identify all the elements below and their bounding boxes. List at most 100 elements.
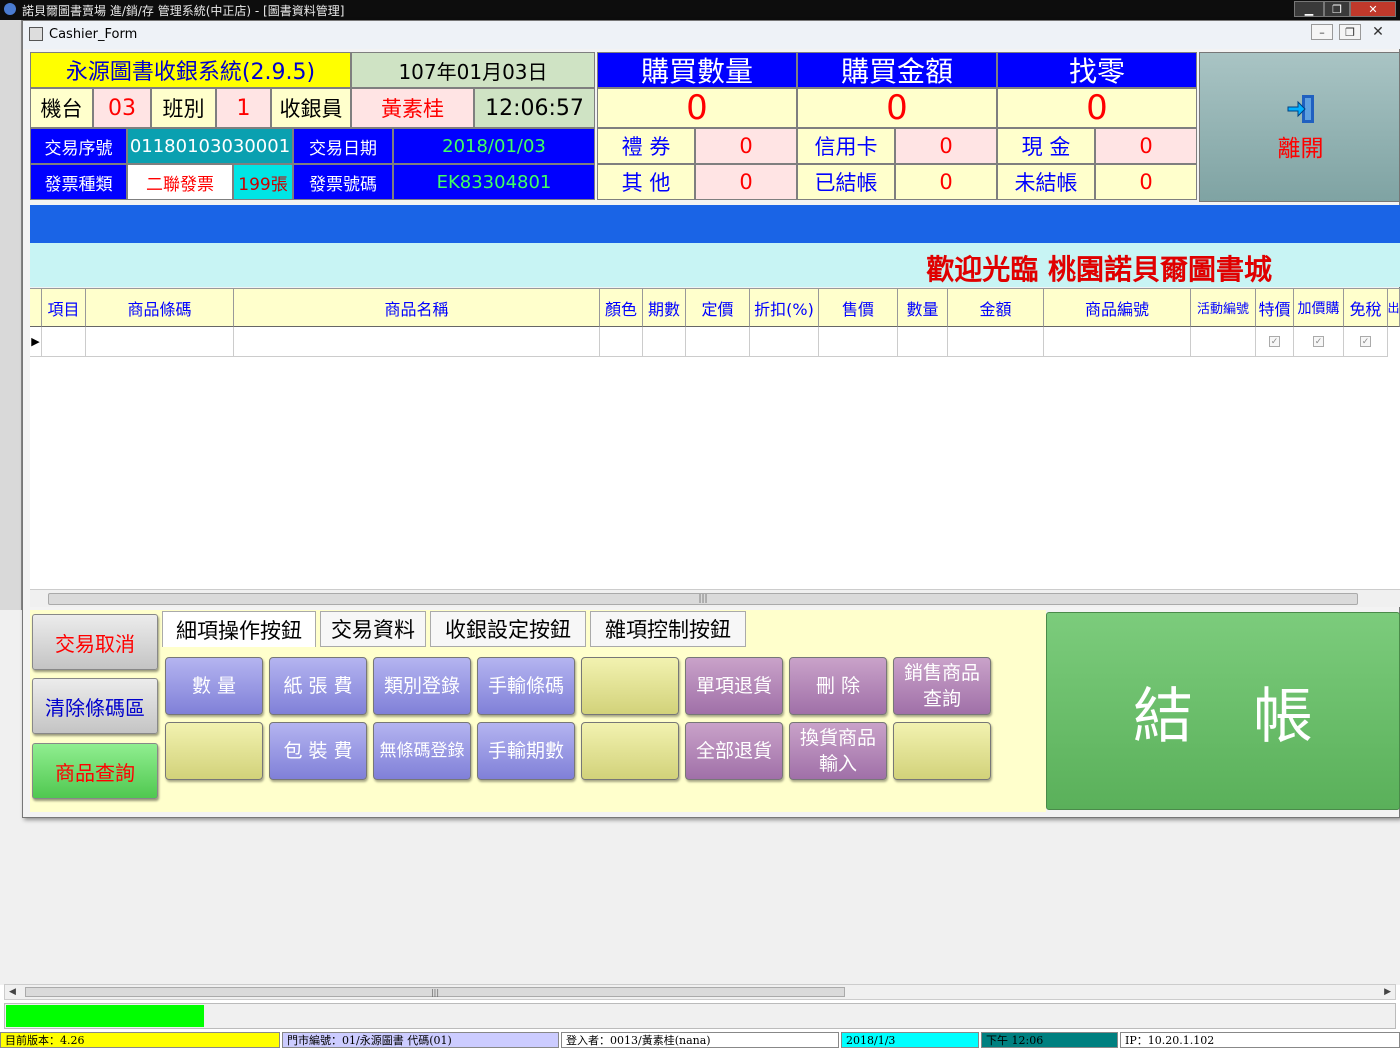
addon-checkbox[interactable]: ✓	[1313, 336, 1324, 347]
tab-transaction-data[interactable]: 交易資料	[320, 611, 426, 647]
form-close-button[interactable]: ✕	[1367, 24, 1389, 40]
quantity-button[interactable]: 數 量	[165, 657, 263, 715]
unsettled-label: 未結帳	[997, 164, 1095, 200]
shift-label: 班別	[151, 88, 216, 128]
invoice-no-label: 發票號碼	[293, 164, 393, 200]
manual-barcode-button[interactable]: 手輸條碼	[477, 657, 575, 715]
txn-date-value: 2018/01/03	[393, 128, 595, 164]
qty-value: 0	[597, 88, 797, 128]
grid-scroll-thumb[interactable]: |||	[48, 593, 1358, 605]
col-product-no[interactable]: 商品編號	[1044, 289, 1191, 327]
table-cell[interactable]	[1044, 327, 1191, 357]
table-cell[interactable]	[1191, 327, 1256, 357]
unsettled-value: 0	[1095, 164, 1197, 200]
table-cell[interactable]: ✓	[1344, 327, 1388, 357]
col-issue[interactable]: 期數	[643, 289, 686, 327]
mdi-hscrollbar[interactable]: ◀ ||| ▶	[4, 984, 1396, 1000]
exit-button[interactable]: 離開	[1199, 52, 1400, 202]
cashier-value: 黃素桂	[351, 88, 474, 128]
table-cell[interactable]	[948, 327, 1044, 357]
qty-label: 購買數量	[597, 52, 797, 88]
blank-button-1[interactable]	[581, 657, 679, 715]
table-cell[interactable]: ✓	[1294, 327, 1344, 357]
paper-fee-button[interactable]: 紙 張 費	[269, 657, 367, 715]
blank-button-3[interactable]	[581, 722, 679, 780]
background-form-edge	[0, 20, 22, 610]
grid-row-header	[30, 289, 42, 327]
txn-date-label: 交易日期	[293, 128, 393, 164]
table-cell[interactable]	[86, 327, 234, 357]
table-cell[interactable]	[686, 327, 750, 357]
grid-hscrollbar[interactable]: |||	[30, 589, 1400, 607]
col-item[interactable]: 項目	[42, 289, 86, 327]
amount-value: 0	[797, 88, 997, 128]
table-cell[interactable]	[898, 327, 948, 357]
col-amount[interactable]: 金額	[948, 289, 1044, 327]
all-return-button[interactable]: 全部退貨	[685, 722, 783, 780]
item-grid[interactable]: 項目 商品條碼 商品名稱 顏色 期數 定價 折扣(%) 售價 數量 金額 商品編…	[30, 288, 1400, 607]
product-query-button[interactable]: 商品查詢	[32, 743, 158, 799]
cancel-transaction-button[interactable]: 交易取消	[32, 614, 158, 670]
form-minimize-button[interactable]: –	[1311, 24, 1333, 40]
single-return-button[interactable]: 單項退貨	[685, 657, 783, 715]
tab-item-operations[interactable]: 細項操作按鈕	[162, 611, 316, 647]
form-restore-button[interactable]: ❐	[1339, 24, 1361, 40]
col-out[interactable]: 出	[1388, 289, 1400, 327]
current-time: 12:06:57	[474, 88, 595, 128]
cashier-title-bar: Cashier_Form – ❐ ✕	[23, 21, 1400, 49]
col-discount[interactable]: 折扣(%)	[750, 289, 819, 327]
exchange-line1: 換貨商品	[799, 727, 876, 749]
change-label: 找零	[997, 52, 1197, 88]
col-event-no[interactable]: 活動編號	[1191, 289, 1256, 327]
sales-query-line1: 銷售商品	[903, 662, 980, 684]
category-register-button[interactable]: 類別登錄	[373, 657, 471, 715]
sales-query-line2: 查詢	[922, 688, 961, 710]
amount-label: 購買金額	[797, 52, 997, 88]
col-quantity[interactable]: 數量	[898, 289, 948, 327]
table-cell[interactable]	[600, 327, 643, 357]
col-color[interactable]: 顏色	[600, 289, 643, 327]
minimize-button[interactable]: ▁	[1294, 1, 1324, 17]
col-barcode[interactable]: 商品條碼	[86, 289, 234, 327]
col-tax-free[interactable]: 免稅	[1344, 289, 1388, 327]
system-name: 永源圖書收銀系統(2.9.5)	[30, 52, 351, 88]
other-label: 其 他	[597, 164, 695, 200]
close-button[interactable]: ✕	[1350, 1, 1396, 17]
checkout-button[interactable]: 結 帳	[1046, 612, 1400, 810]
status-version: 目前版本：4.26	[0, 1032, 280, 1048]
clear-barcode-button[interactable]: 清除條碼區	[32, 678, 158, 734]
table-cell[interactable]	[42, 327, 86, 357]
col-special[interactable]: 特價	[1256, 289, 1294, 327]
table-cell[interactable]	[643, 327, 686, 357]
col-name[interactable]: 商品名稱	[234, 289, 600, 327]
col-list-price[interactable]: 定價	[686, 289, 750, 327]
col-sale-price[interactable]: 售價	[819, 289, 898, 327]
packaging-fee-button[interactable]: 包 裝 費	[269, 722, 367, 780]
tab-misc-controls[interactable]: 雜項控制按鈕	[590, 611, 746, 647]
sales-query-button[interactable]: 銷售商品 查詢	[893, 657, 991, 715]
delete-button[interactable]: 刪 除	[789, 657, 887, 715]
special-checkbox[interactable]: ✓	[1269, 336, 1280, 347]
manual-issue-button[interactable]: 手輸期數	[477, 722, 575, 780]
invoice-count: 199張	[233, 164, 293, 200]
table-cell[interactable]: ✓	[1256, 327, 1294, 357]
blank-button-4[interactable]	[893, 722, 991, 780]
table-cell[interactable]	[750, 327, 819, 357]
exit-label: 離開	[1277, 136, 1324, 162]
mdi-scroll-thumb[interactable]: |||	[25, 987, 845, 997]
table-cell[interactable]	[234, 327, 600, 357]
scroll-left-arrow[interactable]: ◀	[9, 987, 16, 997]
invoice-type-value: 二聯發票	[127, 164, 233, 200]
app-icon	[4, 3, 16, 15]
exchange-input-button[interactable]: 換貨商品 輸入	[789, 722, 887, 780]
restore-button[interactable]: ❐	[1324, 1, 1350, 17]
blank-button-2[interactable]	[165, 722, 263, 780]
exchange-line2: 輸入	[818, 753, 857, 775]
table-cell[interactable]	[819, 327, 898, 357]
no-barcode-register-button[interactable]: 無條碼登錄	[373, 722, 471, 780]
tax-free-checkbox[interactable]: ✓	[1360, 336, 1371, 347]
tab-cashier-settings[interactable]: 收銀設定按鈕	[430, 611, 586, 647]
scroll-right-arrow[interactable]: ▶	[1384, 987, 1391, 997]
col-addon[interactable]: 加價購	[1294, 289, 1344, 327]
status-ip: IP：10.20.1.102	[1120, 1032, 1400, 1048]
